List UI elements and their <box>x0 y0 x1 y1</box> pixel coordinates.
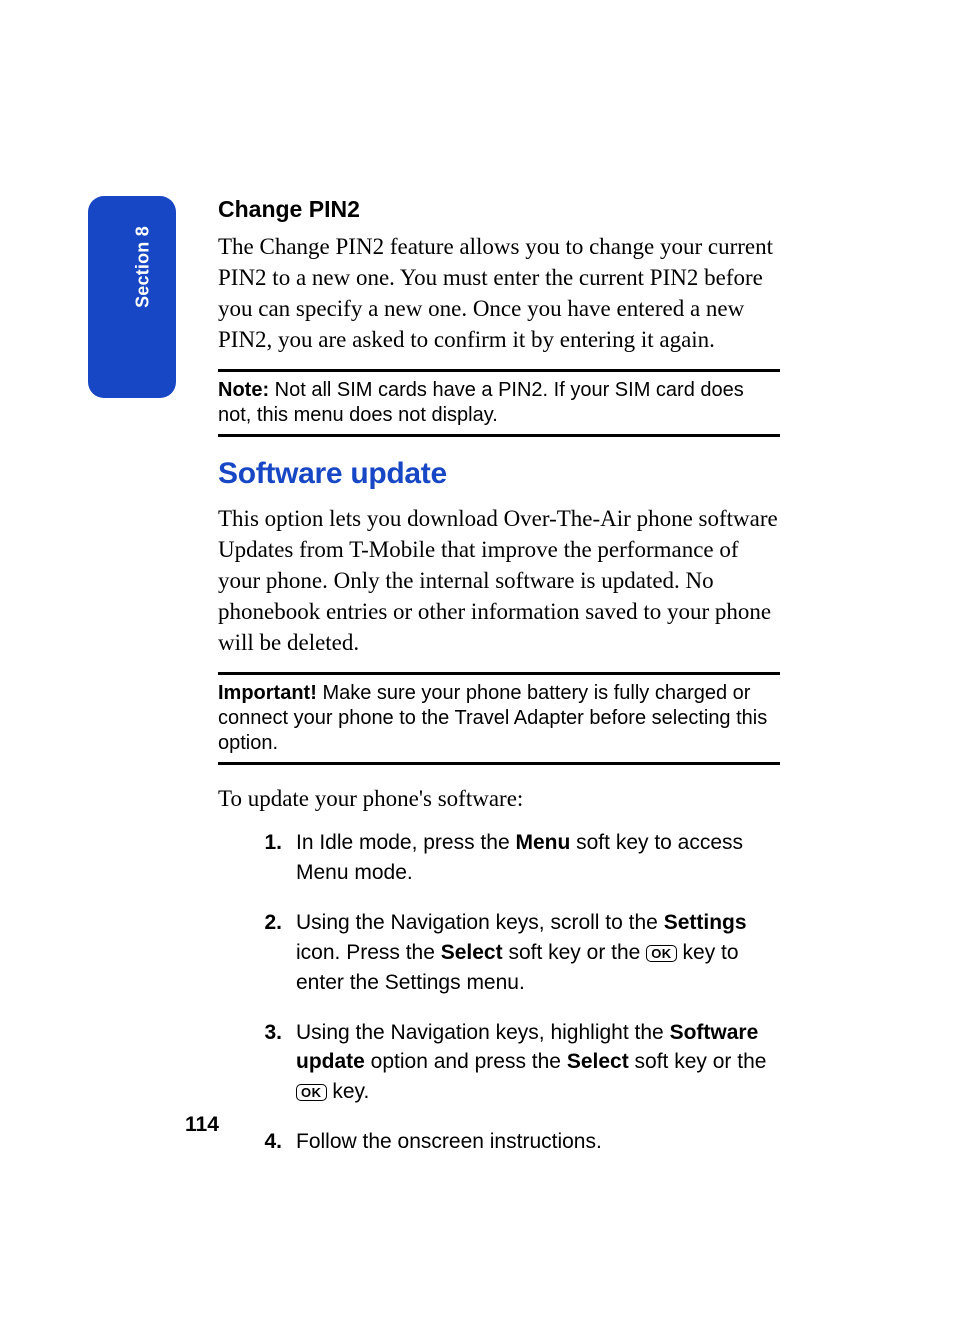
list-item: 2. Using the Navigation keys, scroll to … <box>218 908 780 997</box>
steps-list: 1. In Idle mode, press the Menu soft key… <box>218 828 780 1156</box>
list-item: 1. In Idle mode, press the Menu soft key… <box>218 828 780 888</box>
text: Using the Navigation keys, scroll to the <box>296 911 664 934</box>
section-tab-label: Section 8 <box>133 226 154 308</box>
paragraph-software-update: This option lets you download Over-The-A… <box>218 503 780 658</box>
page-content: Change PIN2 The Change PIN2 feature allo… <box>218 196 780 1177</box>
step-body: In Idle mode, press the Menu soft key to… <box>296 828 780 888</box>
paragraph-change-pin2: The Change PIN2 feature allows you to ch… <box>218 231 780 355</box>
text: option and press the <box>365 1050 567 1073</box>
note-lead: Note: <box>218 379 269 401</box>
step-number: 1. <box>218 828 296 888</box>
text: Using the Navigation keys, highlight the <box>296 1021 670 1044</box>
list-item: 4. Follow the onscreen instructions. <box>218 1127 780 1157</box>
important-lead: Important! <box>218 682 317 704</box>
steps-intro: To update your phone's software: <box>218 783 780 814</box>
bold-text: Select <box>567 1050 629 1073</box>
document-page: Section 8 Change PIN2 The Change PIN2 fe… <box>0 0 954 1319</box>
heading-software-update: Software update <box>218 457 780 491</box>
text: In Idle mode, press the <box>296 831 515 854</box>
step-body: Using the Navigation keys, highlight the… <box>296 1018 780 1107</box>
divider <box>218 434 780 437</box>
bold-text: Select <box>441 941 503 964</box>
step-number: 3. <box>218 1018 296 1107</box>
ok-key-icon: OK <box>296 1084 327 1101</box>
text: soft key or the <box>503 941 647 964</box>
bold-text: Settings <box>664 911 747 934</box>
note-text: Not all SIM cards have a PIN2. If your S… <box>218 379 744 426</box>
step-body: Follow the onscreen instructions. <box>296 1127 780 1157</box>
divider <box>218 672 780 675</box>
heading-change-pin2: Change PIN2 <box>218 196 780 223</box>
step-number: 2. <box>218 908 296 997</box>
note-callout: Note: Not all SIM cards have a PIN2. If … <box>218 378 780 428</box>
text: icon. Press the <box>296 941 441 964</box>
step-number: 4. <box>218 1127 296 1157</box>
bold-text: Menu <box>515 831 570 854</box>
divider <box>218 762 780 765</box>
list-item: 3. Using the Navigation keys, highlight … <box>218 1018 780 1107</box>
step-body: Using the Navigation keys, scroll to the… <box>296 908 780 997</box>
important-callout: Important! Make sure your phone battery … <box>218 681 780 756</box>
divider <box>218 369 780 372</box>
text: key. <box>327 1080 370 1103</box>
section-tab: Section 8 <box>88 196 176 398</box>
text: soft key or the <box>629 1050 767 1073</box>
ok-key-icon: OK <box>646 945 677 962</box>
page-number: 114 <box>185 1113 219 1137</box>
text: Follow the onscreen instructions. <box>296 1130 602 1153</box>
